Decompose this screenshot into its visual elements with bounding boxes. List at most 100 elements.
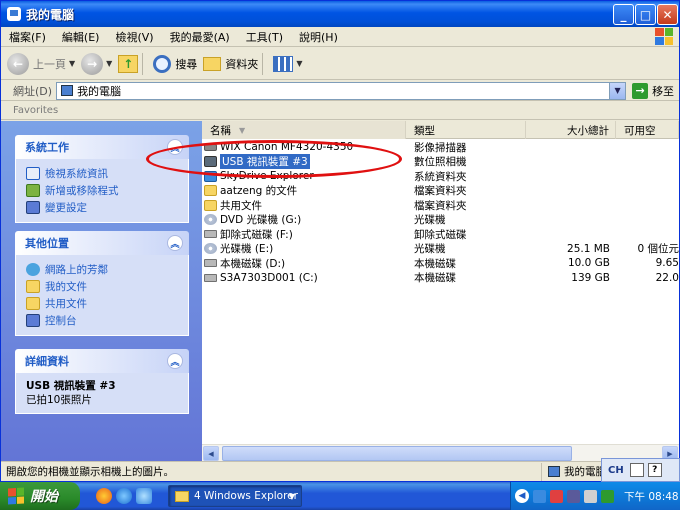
drive-icon <box>204 273 217 282</box>
column-headers: 名稱 ▼ 類型 大小總計 可用空 <box>202 121 679 139</box>
safely-remove-tray-icon[interactable] <box>601 489 614 503</box>
file-type: 光碟機 <box>414 243 446 256</box>
views-button[interactable]: ▼ <box>273 51 302 77</box>
chevron-down-icon[interactable]: ▼ <box>296 59 302 68</box>
menu-edit[interactable]: 編輯(E) <box>54 29 108 45</box>
cd-icon <box>204 214 217 226</box>
address-label: 網址(D) <box>13 84 53 98</box>
windows-logo-icon <box>655 28 673 45</box>
clock[interactable]: 下午 08:48 <box>624 489 679 504</box>
address-bar: 網址(D) 我的電腦 ▼ → 移至 <box>1 81 679 101</box>
scroll-thumb[interactable] <box>222 446 572 461</box>
drive-icon <box>204 230 217 239</box>
window-title: 我的電腦 <box>26 7 75 22</box>
network-icon <box>26 263 40 276</box>
file-row[interactable]: S3A7303D001 (C:) 本機磁碟 139 GB 22.0 <box>202 271 679 286</box>
menu-bar: 檔案(F) 編輯(E) 檢視(V) 我的最愛(A) 工具(T) 說明(H) <box>1 27 679 47</box>
file-name: DVD 光碟機 (G:) <box>220 214 302 227</box>
control-panel-icon <box>26 314 40 327</box>
file-size: 25.1 MB <box>567 242 610 255</box>
file-row[interactable]: 卸除式磁碟 (F:) 卸除式磁碟 <box>202 227 679 242</box>
menu-help[interactable]: 說明(H) <box>291 29 346 45</box>
scroll-left-icon[interactable]: ◀ <box>203 446 219 461</box>
control-panel-icon <box>26 201 40 214</box>
close-button[interactable]: ✕ <box>657 4 678 25</box>
menu-file[interactable]: 檔案(F) <box>1 29 54 45</box>
file-row[interactable]: 光碟機 (E:) 光碟機 25.1 MB 0 個位元 <box>202 242 679 257</box>
folder-icon <box>204 185 217 197</box>
firefox-icon[interactable] <box>96 488 112 504</box>
file-row[interactable]: aatzeng 的文件 檔案資料夾 <box>202 184 679 199</box>
forward-button[interactable]: → ▼ <box>81 51 112 77</box>
place-label: 共用文件 <box>45 298 87 310</box>
file-name: 卸除式磁碟 (F:) <box>220 228 293 241</box>
place-label: 我的文件 <box>45 281 87 293</box>
column-type[interactable]: 類型 <box>406 121 526 139</box>
views-grid-icon <box>273 55 294 72</box>
details-name: USB 視訊裝置 #3 <box>26 380 116 392</box>
keyboard-icon[interactable] <box>629 463 644 477</box>
task-change-settings[interactable]: 變更設定 <box>26 199 188 216</box>
place-network[interactable]: 網路上的芳鄰 <box>26 261 188 278</box>
details-header[interactable]: 詳細資料 ︽ <box>15 349 189 373</box>
go-button[interactable]: → 移至 <box>632 82 674 99</box>
other-places-header[interactable]: 其他位置 ︽ <box>15 231 189 255</box>
start-button[interactable]: 開始 <box>0 482 80 510</box>
shared-folder-icon <box>26 297 40 310</box>
column-name[interactable]: 名稱 ▼ <box>202 121 406 139</box>
favorites-label[interactable]: Favorites <box>13 105 58 116</box>
file-row[interactable]: 本機磁碟 (D:) 本機磁碟 10.0 GB 9.65 <box>202 256 679 271</box>
file-name: 光碟機 (E:) <box>220 243 274 256</box>
search-icon <box>153 54 172 73</box>
file-name-cell: aatzeng 的文件 <box>202 183 406 198</box>
place-shared-documents[interactable]: 共用文件 <box>26 295 188 312</box>
chevron-down-icon[interactable]: ▼ <box>106 59 112 68</box>
collapse-chevron-icon[interactable]: ︽ <box>167 235 183 251</box>
file-type: 檔案資料夾 <box>414 199 467 212</box>
column-free[interactable]: 可用空 <box>616 121 679 139</box>
details-body: USB 視訊裝置 #3 已拍10張照片 <box>15 373 189 414</box>
menu-view[interactable]: 檢視(V) <box>107 29 161 45</box>
other-places-body: 網路上的芳鄰 我的文件 共用文件 控制台 <box>15 255 189 336</box>
documents-folder-icon <box>26 280 40 293</box>
file-name: S3A7303D001 (C:) <box>220 271 318 284</box>
file-name-cell: 光碟機 (E:) <box>202 241 406 256</box>
network-tray-icon[interactable] <box>533 489 546 503</box>
task-label: 變更設定 <box>45 202 87 214</box>
file-type: 本機磁碟 <box>414 272 456 285</box>
taskbar-explorer-group[interactable]: 4 Windows Explorer ▼ <box>168 485 302 507</box>
back-button[interactable]: ← 上一頁 ▼ <box>7 51 75 77</box>
task-add-remove-programs[interactable]: 新增或移除程式 <box>26 182 188 199</box>
minimize-button[interactable]: _ <box>613 4 634 25</box>
chevron-down-icon[interactable]: ▼ <box>69 59 75 68</box>
device-tray-icon[interactable] <box>567 489 580 503</box>
up-folder-button[interactable]: ↑ <box>118 51 139 77</box>
file-type: 本機磁碟 <box>414 257 456 270</box>
folders-button[interactable]: 資料夾 <box>203 51 258 77</box>
help-icon[interactable]: ? <box>647 463 662 477</box>
tray-expand-icon[interactable]: ◀ <box>515 489 529 503</box>
folder-icon <box>204 199 217 211</box>
search-label: 搜尋 <box>175 57 198 71</box>
menu-tools[interactable]: 工具(T) <box>238 29 291 45</box>
menu-favorites[interactable]: 我的最愛(A) <box>162 29 238 45</box>
collapse-chevron-icon[interactable]: ︽ <box>167 353 183 369</box>
file-row[interactable]: DVD 光碟機 (G:) 光碟機 <box>202 213 679 228</box>
language-bar[interactable]: CH ? <box>601 458 680 482</box>
column-size[interactable]: 大小總計 <box>526 121 616 139</box>
search-button[interactable]: 搜尋 <box>153 51 197 77</box>
show-desktop-icon[interactable] <box>136 488 152 504</box>
maximize-button[interactable]: □ <box>635 4 656 25</box>
volume-tray-icon[interactable] <box>584 489 597 503</box>
file-row[interactable]: 共用文件 檔案資料夾 <box>202 198 679 213</box>
address-input[interactable]: 我的電腦 ▼ <box>56 81 627 100</box>
title-bar[interactable]: 我的電腦 _ □ ✕ <box>1 1 679 27</box>
chevron-down-icon[interactable]: ▼ <box>609 82 626 99</box>
security-tray-icon[interactable] <box>550 489 563 503</box>
internet-explorer-icon[interactable] <box>116 488 132 504</box>
place-my-documents[interactable]: 我的文件 <box>26 278 188 295</box>
system-tasks-panel: 系統工作 ︽ 檢視系統資訊 新增或移除程式 變更設定 <box>15 135 189 223</box>
annotation-ring <box>146 140 402 178</box>
place-control-panel[interactable]: 控制台 <box>26 312 188 329</box>
language-code[interactable]: CH <box>608 465 624 476</box>
